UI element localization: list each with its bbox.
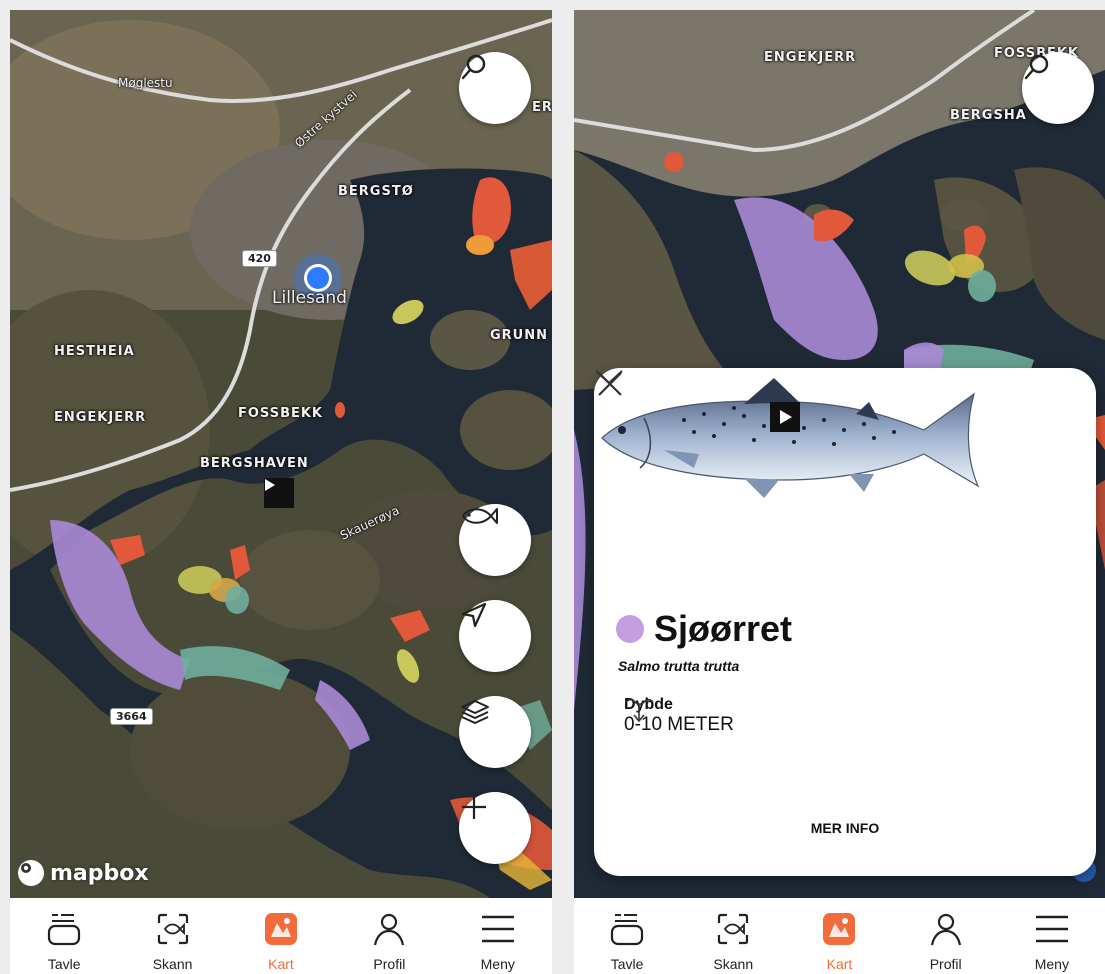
depth-icon xyxy=(625,698,654,723)
map-label-engekjerr: ENGEKJERR xyxy=(764,50,857,65)
nav-item-meny[interactable]: Meny xyxy=(1007,906,1097,972)
nav-item-tavle[interactable]: Tavle xyxy=(19,906,109,972)
scan-fish-icon xyxy=(155,906,191,952)
plus-icon xyxy=(462,795,486,819)
map-icon xyxy=(263,906,299,952)
layers-icon xyxy=(461,700,489,724)
play-icon xyxy=(265,479,275,491)
menu-icon xyxy=(480,906,516,952)
depth-info: Dybde 0-10 METER xyxy=(624,696,734,736)
nav-label-profil: Profil xyxy=(929,956,962,972)
map-label-bergsto: BERGSTØ xyxy=(338,184,414,199)
satellite-map[interactable]: Møglestu Østre kystvei BERGSTØ Lillesand… xyxy=(10,10,552,898)
species-name: Sjøørret xyxy=(654,608,793,649)
nav-label-kart: Kart xyxy=(826,956,853,972)
scan-fish-icon xyxy=(715,906,751,952)
nav-item-tavle[interactable]: Tavle xyxy=(582,906,672,972)
search-button[interactable] xyxy=(1022,52,1094,124)
layers-button[interactable] xyxy=(459,696,531,768)
menu-icon xyxy=(1034,906,1070,952)
species-color-dot xyxy=(616,615,644,643)
nav-label-meny: Meny xyxy=(1034,956,1069,972)
mapbox-attribution[interactable]: mapbox xyxy=(18,860,149,886)
add-button[interactable] xyxy=(459,792,531,864)
left-screen: Møglestu Østre kystvei BERGSTØ Lillesand… xyxy=(10,10,552,974)
search-icon xyxy=(1024,54,1049,80)
road-badge-3664: 3664 xyxy=(110,708,153,725)
map-label-bergshaven: BERGSHAVEN xyxy=(200,456,309,471)
map-label-hestheia: HESTHEIA xyxy=(54,344,135,359)
nav-item-kart[interactable]: Kart xyxy=(236,906,326,972)
more-info-button[interactable]: MER INFO xyxy=(594,820,1096,836)
map-icon xyxy=(821,906,857,952)
profile-icon xyxy=(928,906,964,952)
board-icon xyxy=(46,906,82,952)
navigate-button[interactable] xyxy=(459,600,531,672)
right-screen: ENGEKJERR FOSSBEKK BERGSHA Sjøørret Salm… xyxy=(574,10,1105,974)
mapbox-logo-icon xyxy=(18,860,44,886)
map-label-fossbekk: FOSSBEKK xyxy=(238,406,324,421)
nav-label-meny: Meny xyxy=(480,956,515,972)
nav-label-kart: Kart xyxy=(268,956,294,972)
nav-label-skann: Skann xyxy=(152,956,193,972)
bottom-navbar: Tavle Skann Kart Profil Meny xyxy=(10,898,552,974)
nav-label-skann: Skann xyxy=(713,956,754,972)
bottom-navbar: Tavle Skann Kart Profil Meny xyxy=(574,898,1105,974)
map-label-grunn: GRUNN xyxy=(490,328,548,343)
nav-item-skann[interactable]: Skann xyxy=(128,906,218,972)
search-icon xyxy=(461,54,486,80)
nav-label-profil: Profil xyxy=(373,956,406,972)
navigation-arrow-icon xyxy=(461,602,487,628)
video-play-button[interactable] xyxy=(264,478,294,508)
mapbox-wordmark: mapbox xyxy=(50,860,149,886)
sea-trout-illustration xyxy=(601,378,980,498)
nav-item-profil[interactable]: Profil xyxy=(344,906,434,972)
species-info-card: Sjøørret Salmo trutta trutta Dybde 0-10 … xyxy=(594,368,1096,876)
board-icon xyxy=(609,906,645,952)
search-button[interactable] xyxy=(459,52,531,124)
map-label-bergshaven: BERGSHA xyxy=(950,108,1027,123)
species-header: Sjøørret xyxy=(616,608,792,650)
map-label-moglestu: Møglestu xyxy=(118,76,173,90)
nav-label-tavle: Tavle xyxy=(610,956,644,972)
fish-filter-button[interactable] xyxy=(459,504,531,576)
nav-item-kart[interactable]: Kart xyxy=(794,906,884,972)
nav-item-meny[interactable]: Meny xyxy=(453,906,543,972)
map-label-lillesand: Lillesand xyxy=(272,288,347,308)
chevron-down-icon[interactable] xyxy=(594,368,624,386)
profile-icon xyxy=(371,906,407,952)
nav-item-skann[interactable]: Skann xyxy=(688,906,778,972)
nav-item-profil[interactable]: Profil xyxy=(901,906,991,972)
fish-icon xyxy=(461,508,498,524)
map-label-engekjerr: ENGEKJERR xyxy=(54,410,147,425)
map-background xyxy=(10,10,552,898)
satellite-map-zoomed[interactable]: ENGEKJERR FOSSBEKK BERGSHA Sjøørret Salm… xyxy=(574,10,1105,898)
road-badge-420: 420 xyxy=(242,250,277,267)
nav-label-tavle: Tavle xyxy=(47,956,81,972)
map-label-edge: ER xyxy=(532,100,552,115)
species-latin-name: Salmo trutta trutta xyxy=(618,658,740,674)
